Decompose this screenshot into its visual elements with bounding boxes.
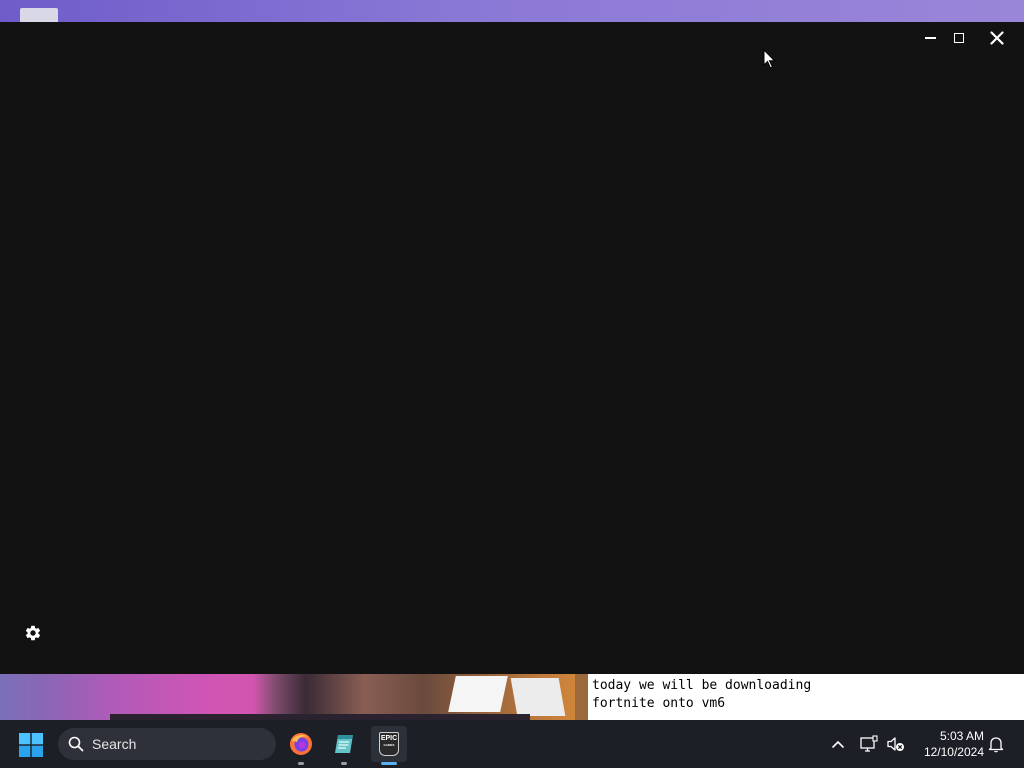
desktop-icon[interactable] (20, 8, 58, 22)
taskbar-app-epic-games[interactable]: EPIC GAMES (371, 726, 407, 765)
bell-icon (988, 737, 1004, 753)
taskbar-app-firefox[interactable] (283, 726, 319, 765)
stream-caption: today we will be downloading fortnite on… (588, 674, 1024, 720)
notifications-button[interactable] (984, 732, 1008, 756)
notepad-icon (335, 735, 353, 753)
caption-line: today we will be downloading (592, 678, 812, 693)
taskbar-search[interactable]: Search (58, 728, 276, 760)
search-label: Search (92, 736, 137, 752)
gear-icon[interactable] (24, 624, 42, 642)
desktop-wallpaper (0, 0, 1024, 22)
minimize-icon (924, 37, 936, 39)
minimize-button[interactable] (916, 28, 944, 48)
windows-start-icon[interactable] (18, 732, 44, 758)
network-icon (860, 735, 878, 752)
overlay-background-art (0, 674, 588, 720)
close-button[interactable] (983, 28, 1011, 48)
mouse-cursor-icon (763, 49, 776, 69)
maximize-icon (954, 33, 964, 43)
volume-button[interactable] (884, 732, 908, 756)
firefox-icon (290, 733, 312, 755)
chevron-up-icon (832, 740, 844, 748)
overlay-art-shape (575, 674, 588, 720)
clock-time: 5:03 AM (939, 729, 984, 743)
running-indicator (341, 762, 347, 765)
close-icon (990, 31, 1004, 45)
network-button[interactable] (857, 732, 881, 756)
caption-line: fortnite onto vm6 (592, 696, 726, 711)
epic-games-icon: EPIC GAMES (379, 732, 399, 756)
taskbar-clock[interactable]: 5:03 AM 12/10/2024 (914, 728, 984, 760)
overlay-art-shape (448, 676, 508, 712)
running-indicator (298, 762, 304, 765)
epic-games-launcher-window (0, 22, 1024, 674)
maximize-button[interactable] (945, 28, 973, 48)
stream-overlay: today we will be downloading fortnite on… (0, 674, 1024, 720)
show-hidden-icons-button[interactable] (826, 732, 850, 756)
clock-date: 12/10/2024 (923, 745, 984, 759)
overlay-art-shape (510, 678, 566, 716)
taskbar: Search EPIC GAMES 5:03 AM 12/10/2024 (0, 720, 1024, 768)
epic-logo-text: EPIC (380, 735, 398, 742)
active-indicator (381, 762, 397, 765)
search-icon (68, 736, 84, 752)
volume-muted-icon (887, 737, 904, 751)
epic-logo-subtext: GAMES (383, 743, 395, 747)
taskbar-app-notepad[interactable] (326, 726, 362, 765)
